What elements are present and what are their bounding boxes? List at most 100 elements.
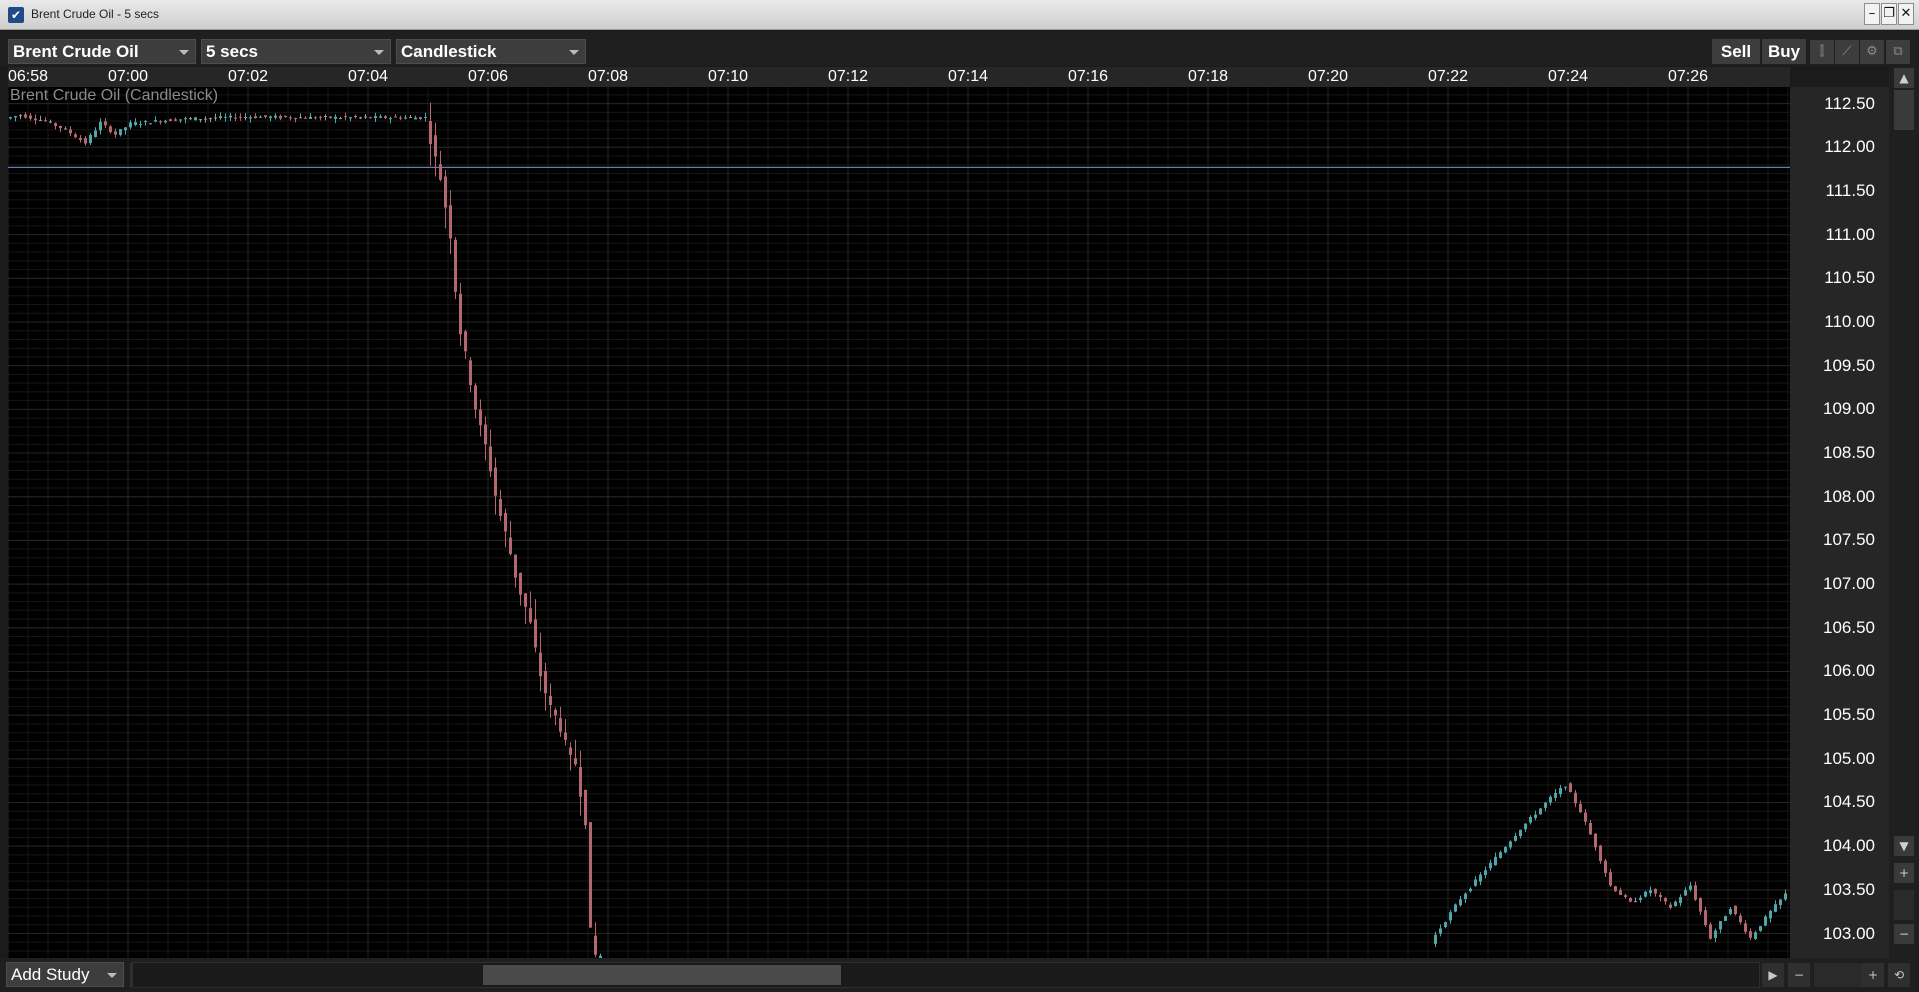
vertical-zoom-track[interactable] — [1894, 890, 1914, 920]
candle-body — [524, 593, 527, 607]
candle-body — [544, 671, 547, 694]
candle-body — [559, 718, 562, 732]
candle-body — [24, 114, 27, 118]
price-tick-label: 104.00 — [1823, 836, 1875, 856]
chart-plot-area[interactable]: Brent Crude Oil (Candlestick) — [8, 87, 1790, 958]
candle-body — [1619, 890, 1622, 896]
horizontal-scrollbar[interactable] — [132, 962, 1760, 988]
vertical-scroll-thumb[interactable] — [1894, 90, 1914, 130]
time-tick-label: 07:08 — [587, 68, 629, 85]
candle-body — [1469, 888, 1472, 892]
time-axis: 06:58 07:00 07:02 07:04 07:06 07:08 07:10 07:12… — [8, 67, 1790, 87]
scroll-right-icon[interactable]: ▶ — [1762, 963, 1784, 987]
zoom-in-icon[interactable]: + — [1894, 863, 1914, 883]
candle-body — [1549, 796, 1552, 803]
minimize-icon[interactable]: – — [1864, 3, 1880, 25]
candle-body — [1624, 895, 1627, 898]
candle-tool-icon[interactable]: ⫿ — [1810, 40, 1834, 64]
restore-icon[interactable]: ❐ — [1881, 3, 1897, 25]
horizontal-scroll-thumb[interactable] — [483, 965, 841, 985]
candle-body — [1494, 856, 1497, 866]
scroll-down-icon[interactable]: ▼ — [1894, 836, 1914, 856]
candle-body — [329, 116, 332, 118]
candle-body — [594, 935, 597, 955]
candle-body — [154, 120, 157, 122]
candle-body — [344, 116, 347, 118]
price-tick-label: 103.00 — [1823, 923, 1875, 943]
candle-body — [1694, 885, 1697, 900]
instrument-select[interactable]: Brent Crude Oil — [8, 39, 196, 64]
candle-body — [104, 121, 107, 126]
detach-window-icon[interactable]: ⧉ — [1886, 40, 1910, 64]
time-tick-label: 07:14 — [947, 68, 989, 85]
candle-body — [1439, 928, 1442, 934]
sell-button[interactable]: Sell — [1712, 39, 1760, 64]
candle-body — [124, 127, 127, 131]
vertical-scrollbar[interactable]: ▲ ▼ + − — [1889, 66, 1919, 958]
close-icon[interactable]: ✕ — [1898, 3, 1914, 25]
draw-line-icon[interactable]: ⟋ — [1835, 40, 1859, 64]
candle-body — [439, 164, 442, 180]
buy-button[interactable]: Buy — [1762, 39, 1806, 64]
candle-body — [169, 119, 172, 122]
candle-body — [244, 117, 247, 119]
candle-body — [1649, 890, 1652, 894]
scroll-up-icon[interactable]: ▲ — [1894, 68, 1914, 88]
candle-body — [1714, 930, 1717, 938]
candle-body — [324, 116, 327, 118]
price-axis[interactable]: 112.50 112.00 111.50 111.00 110.50 110.00 109.… — [1790, 87, 1889, 958]
candle-body — [1604, 860, 1607, 874]
candle-body — [369, 117, 372, 119]
candle-body — [19, 115, 22, 117]
zoom-out-icon[interactable]: − — [1788, 963, 1810, 987]
candle-body — [429, 121, 432, 145]
candle-body — [1539, 808, 1542, 815]
reset-view-icon[interactable]: ⟲ — [1888, 963, 1910, 987]
candle-body — [589, 822, 592, 928]
candle-body — [309, 116, 312, 119]
candle-body — [1684, 890, 1687, 896]
candle-body — [44, 120, 47, 122]
candle-body — [1594, 833, 1597, 848]
candle-body — [264, 115, 267, 117]
chevron-down-icon — [374, 50, 384, 55]
zoom-out-icon[interactable]: − — [1894, 924, 1914, 944]
candle-body — [1689, 885, 1692, 890]
candle-body — [529, 608, 532, 623]
candle-body — [549, 695, 552, 706]
candle-body — [1614, 886, 1617, 892]
zoom-track[interactable] — [1814, 963, 1864, 987]
candle-body — [274, 115, 277, 118]
candle-body — [304, 117, 307, 119]
candle-body — [1504, 847, 1507, 853]
candle-body — [64, 128, 67, 130]
candle-body — [1724, 916, 1727, 921]
candle-body — [349, 117, 352, 119]
candle-body — [59, 125, 62, 129]
candle-body — [164, 120, 167, 123]
zoom-in-icon[interactable]: + — [1862, 963, 1884, 987]
time-tick-label: 06:58 — [7, 68, 49, 85]
candle-body — [1734, 905, 1737, 915]
candle-body — [99, 121, 102, 131]
interval-select[interactable]: 5 secs — [201, 39, 391, 64]
candle-body — [219, 116, 222, 119]
price-tick-label: 109.00 — [1823, 399, 1875, 419]
candle-body — [449, 205, 452, 239]
candle-body — [1659, 895, 1662, 898]
candle-body — [1699, 897, 1702, 912]
candle-body — [94, 130, 97, 138]
chart-style-select[interactable]: Candlestick — [396, 39, 586, 64]
chart-settings-icon[interactable]: ⚙ — [1860, 40, 1884, 64]
candle-body — [334, 116, 337, 119]
candle-body — [239, 116, 242, 118]
candle-body — [444, 176, 447, 208]
candle-body — [1474, 879, 1477, 886]
add-study-select[interactable]: Add Study — [6, 962, 124, 987]
price-tick-label: 106.00 — [1823, 661, 1875, 681]
time-tick-label: 07:20 — [1307, 68, 1349, 85]
candle-body — [499, 499, 502, 516]
candle-body — [194, 117, 197, 121]
window-title: Brent Crude Oil - 5 secs — [31, 7, 160, 21]
time-tick-label: 07:18 — [1187, 68, 1229, 85]
